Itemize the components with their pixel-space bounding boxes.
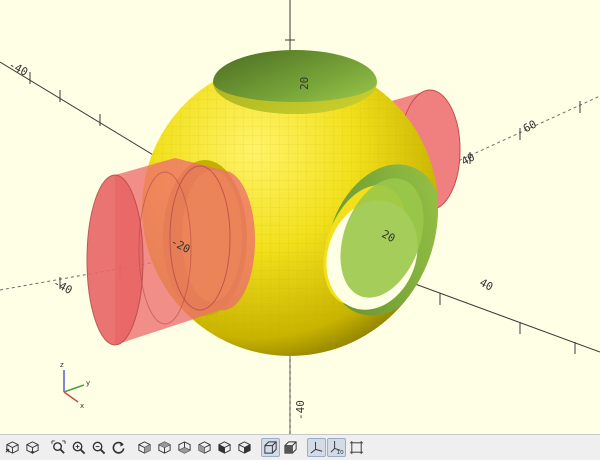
reset-view-button[interactable] bbox=[109, 438, 128, 457]
perspective-button[interactable] bbox=[261, 438, 280, 457]
show-edges-button[interactable] bbox=[347, 438, 366, 457]
gizmo-label-y: y bbox=[86, 379, 90, 387]
zoom-in-icon bbox=[72, 441, 86, 455]
orthogonal-icon bbox=[284, 441, 297, 454]
zoom-out-icon bbox=[92, 441, 106, 455]
orthogonal-button[interactable] bbox=[281, 438, 300, 457]
edges-icon bbox=[349, 440, 364, 455]
view-all-icon bbox=[51, 440, 66, 454]
view-right-icon bbox=[138, 441, 151, 454]
scale-label: 10 bbox=[337, 450, 345, 455]
view-bottom-icon bbox=[178, 441, 191, 454]
view-bottom-button[interactable] bbox=[175, 438, 194, 457]
show-axes-button[interactable] bbox=[307, 438, 326, 457]
3d-viewport[interactable]: 20 -40 40 -40 -20 20 40 60 -40 z y x bbox=[0, 0, 600, 434]
reset-view-icon bbox=[112, 441, 125, 454]
view-front-icon bbox=[218, 441, 231, 454]
view-left-button[interactable] bbox=[195, 438, 214, 457]
zoom-in-button[interactable] bbox=[69, 438, 88, 457]
axis-label-x-pos: 40 bbox=[477, 276, 495, 294]
render-preview-button[interactable] bbox=[3, 438, 22, 457]
axis-label-y-far: 60 bbox=[521, 118, 539, 136]
view-right-button[interactable] bbox=[135, 438, 154, 457]
view-back-icon bbox=[238, 441, 251, 454]
gizmo-label-x: x bbox=[80, 402, 84, 410]
render-cube-icon bbox=[26, 441, 39, 455]
view-left-icon bbox=[198, 441, 211, 454]
3d-scene[interactable]: 20 -40 40 -40 -20 20 40 60 -40 z y x bbox=[0, 0, 600, 434]
view-all-button[interactable] bbox=[49, 438, 68, 457]
perspective-icon bbox=[264, 441, 277, 454]
axis-label-z-pos: 20 bbox=[298, 77, 311, 90]
axis-gizmo: z y x bbox=[60, 361, 90, 410]
show-scale-button[interactable]: 10 bbox=[327, 438, 346, 457]
axis-label-z-neg: -40 bbox=[294, 400, 307, 420]
axis-label-y-pos: 40 bbox=[459, 150, 477, 168]
preview-cube-icon bbox=[5, 441, 19, 454]
view-top-button[interactable] bbox=[155, 438, 174, 457]
axis-label-x-neg: -40 bbox=[51, 276, 75, 297]
view-top-icon bbox=[158, 441, 171, 454]
scale-markers-icon: 10 bbox=[330, 440, 345, 455]
view-back-button[interactable] bbox=[235, 438, 254, 457]
render-button[interactable] bbox=[23, 438, 42, 457]
zoom-out-button[interactable] bbox=[89, 438, 108, 457]
view-toolbar: 10 bbox=[0, 434, 600, 460]
view-front-button[interactable] bbox=[215, 438, 234, 457]
axes-icon bbox=[310, 441, 323, 454]
axis-label-y-neg: -40 bbox=[6, 58, 30, 79]
gizmo-label-z: z bbox=[60, 361, 64, 369]
